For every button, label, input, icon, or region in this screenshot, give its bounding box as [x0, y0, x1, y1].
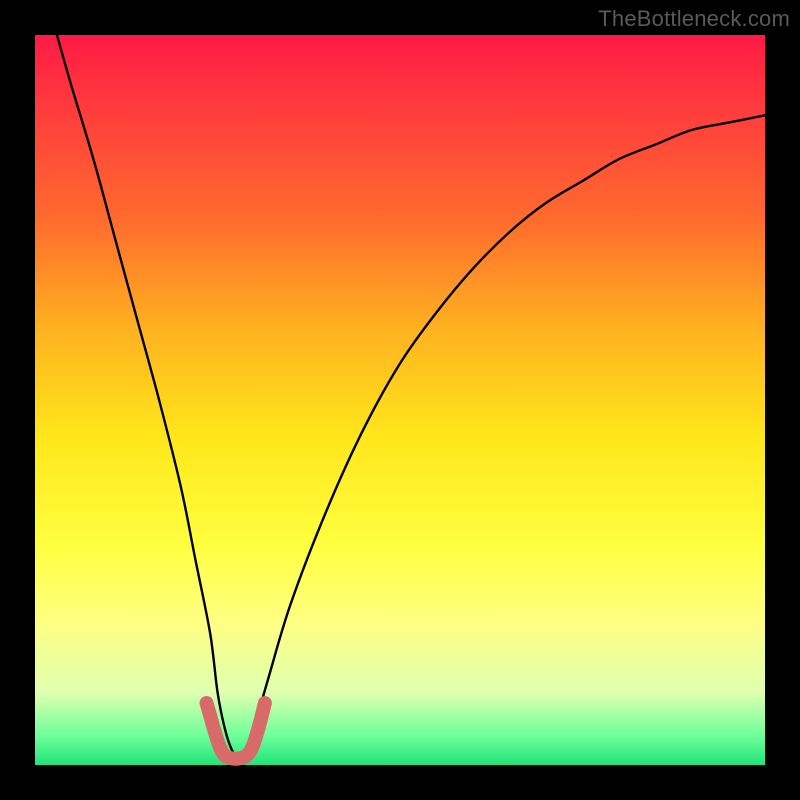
fit-overlay — [207, 703, 265, 759]
chart-svg — [35, 35, 765, 765]
bottleneck-curve — [57, 35, 765, 758]
watermark-text: TheBottleneck.com — [598, 6, 790, 32]
chart-plot-area — [35, 35, 765, 765]
